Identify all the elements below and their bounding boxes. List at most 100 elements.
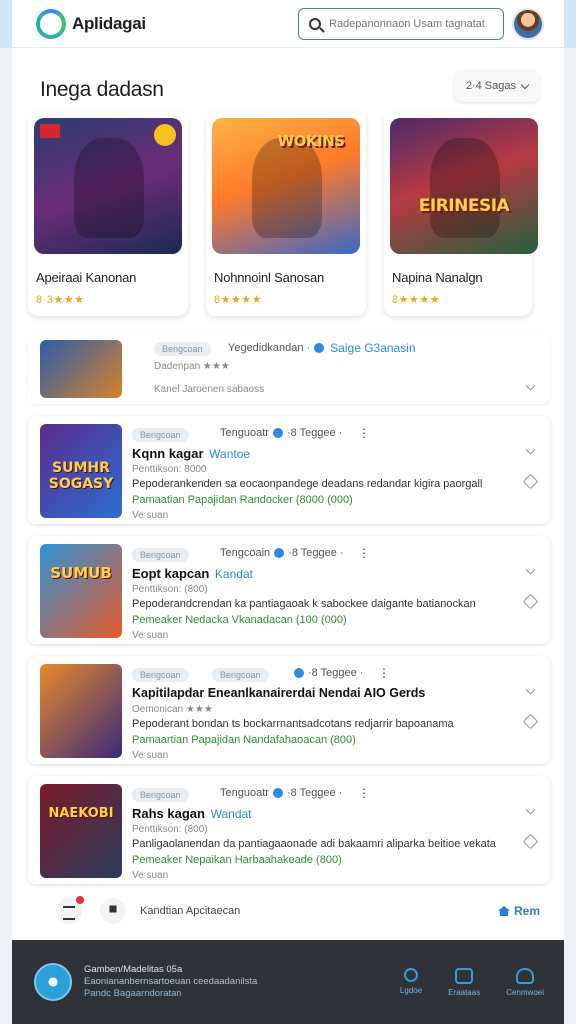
game-cover-art: EIRINESIA [390,118,538,254]
category-chip: Bengcoan [154,342,211,356]
coin-icon [154,124,176,146]
category-chip: Bengcoan [132,428,189,442]
list-item[interactable]: SUMHR SOGASY Bengcoan Tenguoatr ·8 Tegge… [28,416,550,524]
game-title-text: Eopt kapcan [132,566,210,581]
hero-figure [252,138,322,238]
nav-item-profile[interactable]: Cenmwoei [506,967,544,997]
item-description: Panligaolanendan da pantiagaaonade adi b… [132,838,496,850]
more-options-icon[interactable]: ⋮ [358,426,370,440]
game-thumbnail: NAEKOBI [40,784,122,878]
game-thumbnail: SUMHR SOGASY [40,424,122,518]
featured-card[interactable]: Apeiraai Kanonan 8·3★★★ [28,112,188,316]
game-title: Eopt kapcan Kandat [132,566,253,581]
game-thumbnail [40,340,122,398]
app-frame: Aplidagai Inega dadasn 2·4 Sagas Apeiraa… [12,0,564,1024]
thumbnail-logo-text: NAEKOBI [48,806,114,821]
item-caption: Ve suan [132,750,169,761]
footer-text: Gamben/Madelitas 05a Eaoniananbernsartoe… [84,964,257,1000]
verified-icon [294,668,304,678]
search-box[interactable] [298,7,504,40]
item-description: Pepoderant bondan ts bockarrnantsadcotan… [132,718,454,730]
list-item[interactable]: Bengcoan Bengcoan ·8 Teggee · ⋮ Kapitila… [28,656,550,764]
item-subline: Oemonican ★★★ [132,704,213,715]
meta-text: Yegedidkandan · [228,342,311,354]
featured-card[interactable]: WOKINS Nohnnoinl Sanosan 8★★★★ [206,112,366,316]
featured-title: Nohnnoinl Sanosan [214,270,325,285]
item-stats: Pemeaker Nedacka Vkanadacan (100 (000) [132,614,347,626]
home-link[interactable]: Rem [497,904,540,918]
pin-icon[interactable] [100,898,126,924]
item-stats: Pemeaker Nepaikan Harbaahakeade (800) [132,854,342,866]
meta-text: Tengcoain [220,547,271,559]
toolbar-label: Kandtian Apcitaecan [140,905,241,917]
list-view-icon[interactable] [56,896,84,924]
item-description: Pepoderankenden sa eocaonpandege deadans… [132,478,483,490]
item-caption: Ve suan [132,870,169,881]
meta-text: Tenguoatr [220,787,269,799]
game-cover-art [34,118,182,254]
more-options-icon[interactable]: ⋮ [358,786,370,800]
featured-title: Apeiraai Kanonan [36,270,137,285]
game-thumbnail: SUMUB [40,544,122,638]
chevron-down-icon[interactable] [525,804,536,815]
search-icon [404,967,419,982]
game-title: Kqnn kagar Wantoe [132,446,250,461]
meta-count: ·8 Teggee · [288,547,344,559]
nav-item-messages[interactable]: Eraataas [448,967,481,997]
game-title: Rahs kagan Wandat [132,806,252,821]
chevron-down-icon[interactable] [525,564,536,575]
chat-icon [455,967,474,984]
more-options-icon[interactable]: ⋮ [378,666,390,680]
featured-card[interactable]: EIRINESIA Napina Nanalgn 8★★★★ [384,112,538,316]
chevron-down-icon[interactable] [525,444,536,455]
list-item[interactable]: Bengcoan Yegedidkandan · Saige G3anasin … [28,334,550,404]
app-name: Aplidagai [72,13,146,33]
meta-count: ·8 Teggee · [286,787,343,799]
category-chip: Bengcoan [132,668,189,682]
category-chip: Bengcoan [212,668,269,682]
game-title: Kapitilapdar Eneanlkanairerdai Nendai AI… [132,686,426,700]
item-stats: Pamaartian Papajidan Nandafahaoacan (800… [132,734,356,746]
featured-carousel: Apeiraai Kanonan 8·3★★★ WOKINS Nohnnoinl… [28,112,538,316]
search-icon [309,17,321,30]
category-chip: Bengcoan [132,788,189,802]
footer-line-3: Pandc Bagaarndoratan [84,988,182,999]
list-item[interactable]: SUMUB Bengcoan Tengcoain ·8 Teggee · ⋮ E… [28,536,550,644]
bookmark-icon[interactable] [522,593,539,610]
verified-icon [272,428,283,438]
item-caption: Ve suan [132,630,169,641]
app-logo-icon[interactable] [36,8,66,39]
bookmark-icon[interactable] [522,473,539,490]
footer-logo-icon[interactable] [34,963,72,1001]
nav-item-search[interactable]: Lgdoe [399,967,423,997]
verified-icon [272,788,283,798]
sort-dropdown[interactable]: 2·4 Sagas [453,70,540,102]
chevron-down-icon[interactable] [525,380,536,391]
more-options-icon[interactable]: ⋮ [358,546,370,560]
item-meta: ·8 Teggee · [294,667,363,679]
chevron-down-icon[interactable] [525,684,536,695]
list-toolbar: Kandtian Apcitaecan Rem [28,894,550,928]
user-icon [516,967,535,984]
footer-line-1: Gamben/Madelitas 05a [84,964,183,975]
right-edge-strip [564,0,576,48]
nav-label: Lgdoe [399,985,423,995]
item-subline: Penttikson: (800) [132,584,208,595]
top-bar: Aplidagai [12,0,564,48]
bookmark-icon[interactable] [522,833,539,850]
game-tag: Wantoe [209,447,251,461]
game-title-text: Rahs kagan [132,806,205,821]
list-item[interactable]: NAEKOBI Bengcoan Tenguoatr ·8 Teggee · ⋮… [28,776,550,884]
footer-nav: Lgdoe Eraataas Cenmwoei [399,967,544,997]
cover-logo-text: EIRINESIA [418,196,510,216]
user-avatar[interactable] [512,7,544,40]
nav-label: Cenmwoei [506,987,544,997]
left-edge-strip [0,0,12,48]
nav-label: Eraataas [448,987,481,997]
flag-badge [40,124,60,138]
search-input[interactable] [329,17,493,30]
item-caption: Kanel Jaroenen sabaoss [154,384,265,395]
bookmark-icon[interactable] [522,713,539,730]
item-subline: Dadenpan ★★★ [154,361,230,372]
meta-count: ·8 Teggee · [308,667,364,679]
